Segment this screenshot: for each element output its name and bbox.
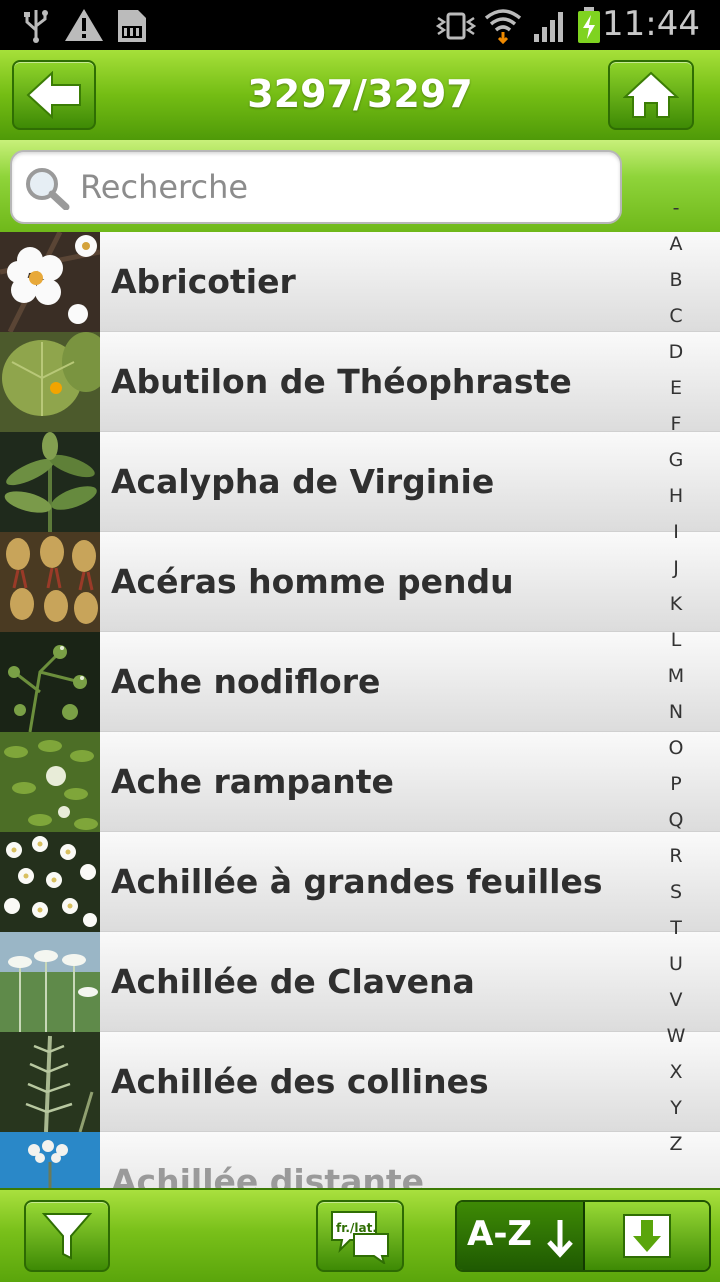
list-item[interactable]: Ache rampante [0, 732, 720, 832]
bottom-toolbar: fr./lat. A-Z [0, 1188, 720, 1282]
alphabet-letter[interactable]: X [656, 1054, 696, 1090]
alphabet-letter[interactable]: B [656, 262, 696, 298]
vibrate-icon [435, 12, 477, 44]
alphabet-letter[interactable]: O [656, 730, 696, 766]
plant-name: Abutilon de Théophraste [111, 362, 572, 401]
language-label: fr./lat. [336, 1221, 377, 1235]
sort-label: A-Z [467, 1214, 533, 1254]
sd-card-icon [116, 8, 148, 48]
alphabet-letter[interactable]: J [656, 550, 696, 586]
alphabet-letter[interactable]: E [656, 370, 696, 406]
alphabet-letter[interactable]: G [656, 442, 696, 478]
alphabet-letter[interactable]: M [656, 658, 696, 694]
usb-icon [22, 8, 50, 48]
sort-az-button[interactable]: A-Z [457, 1202, 585, 1270]
sort-controls: A-Z [455, 1200, 711, 1272]
filter-button[interactable] [24, 1200, 110, 1272]
list-item[interactable]: Achillée des collines [0, 1032, 720, 1132]
alphabet-letter[interactable]: R [656, 838, 696, 874]
plant-thumbnail [0, 532, 100, 632]
arrow-down-icon [545, 1218, 575, 1262]
plant-name: Acéras homme pendu [111, 562, 514, 601]
search-icon [24, 166, 70, 214]
header-bar: 3297/3297 [0, 50, 720, 141]
plant-thumbnail [0, 432, 100, 532]
plant-name: Acalypha de Virginie [111, 462, 495, 501]
plant-name: Achillée distante [111, 1162, 425, 1188]
alphabet-letter[interactable]: K [656, 586, 696, 622]
search-box[interactable] [10, 150, 622, 224]
plant-list[interactable]: Abricotier Abutilon de Théophraste Acaly… [0, 232, 720, 1188]
alphabet-letter[interactable]: F [656, 406, 696, 442]
alphabet-letter[interactable]: S [656, 874, 696, 910]
wifi-icon [484, 6, 522, 48]
plant-name: Ache rampante [111, 762, 394, 801]
list-item[interactable]: Acalypha de Virginie [0, 432, 720, 532]
alphabet-letter[interactable]: Y [656, 1090, 696, 1126]
alphabet-letter[interactable]: I [656, 514, 696, 550]
warning-icon [64, 8, 104, 46]
clock-time: 11:44 [602, 4, 700, 44]
list-item[interactable]: Acéras homme pendu [0, 532, 720, 632]
alphabet-letter[interactable]: V [656, 982, 696, 1018]
status-bar: 11:44 [0, 0, 720, 50]
alphabet-letter[interactable]: P [656, 766, 696, 802]
home-button[interactable] [608, 60, 694, 130]
list-item[interactable]: Abutilon de Théophraste [0, 332, 720, 432]
plant-thumbnail [0, 732, 100, 832]
plant-thumbnail [0, 932, 100, 1032]
alphabet-letter[interactable]: C [656, 298, 696, 334]
plant-thumbnail [0, 1132, 100, 1188]
plant-thumbnail [0, 832, 100, 932]
plant-thumbnail [0, 332, 100, 432]
plant-name: Achillée à grandes feuilles [111, 862, 603, 901]
list-item[interactable]: Achillée à grandes feuilles [0, 832, 720, 932]
plant-name: Achillée de Clavena [111, 962, 475, 1001]
alphabet-index[interactable]: -ABCDEFGHIJKLMNOPQRSTUVWXYZ [656, 190, 696, 1160]
alphabet-letter[interactable]: Q [656, 802, 696, 838]
download-button[interactable] [585, 1202, 709, 1270]
alphabet-letter[interactable]: Z [656, 1126, 696, 1162]
alphabet-letter[interactable]: D [656, 334, 696, 370]
alphabet-letter[interactable]: U [656, 946, 696, 982]
list-item[interactable]: Ache nodiflore [0, 632, 720, 732]
plant-name: Ache nodiflore [111, 662, 381, 701]
list-item[interactable]: Achillée de Clavena [0, 932, 720, 1032]
signal-icon [532, 8, 568, 48]
list-item[interactable]: Abricotier [0, 232, 720, 332]
alphabet-letter[interactable]: T [656, 910, 696, 946]
alphabet-letter[interactable]: A [656, 226, 696, 262]
alphabet-letter[interactable]: W [656, 1018, 696, 1054]
plant-thumbnail [0, 632, 100, 732]
list-item[interactable]: Achillée distante [0, 1132, 720, 1188]
alphabet-letter[interactable]: - [656, 190, 696, 226]
plant-thumbnail [0, 1032, 100, 1132]
plant-name: Achillée des collines [111, 1062, 489, 1101]
alphabet-letter[interactable]: L [656, 622, 696, 658]
language-toggle-button[interactable]: fr./lat. [316, 1200, 404, 1272]
alphabet-letter[interactable]: H [656, 478, 696, 514]
battery-charging-icon [576, 6, 602, 48]
plant-name: Abricotier [111, 262, 296, 301]
search-input[interactable] [78, 160, 602, 214]
alphabet-letter[interactable]: N [656, 694, 696, 730]
plant-thumbnail [0, 232, 100, 332]
search-bar-area [0, 140, 720, 232]
